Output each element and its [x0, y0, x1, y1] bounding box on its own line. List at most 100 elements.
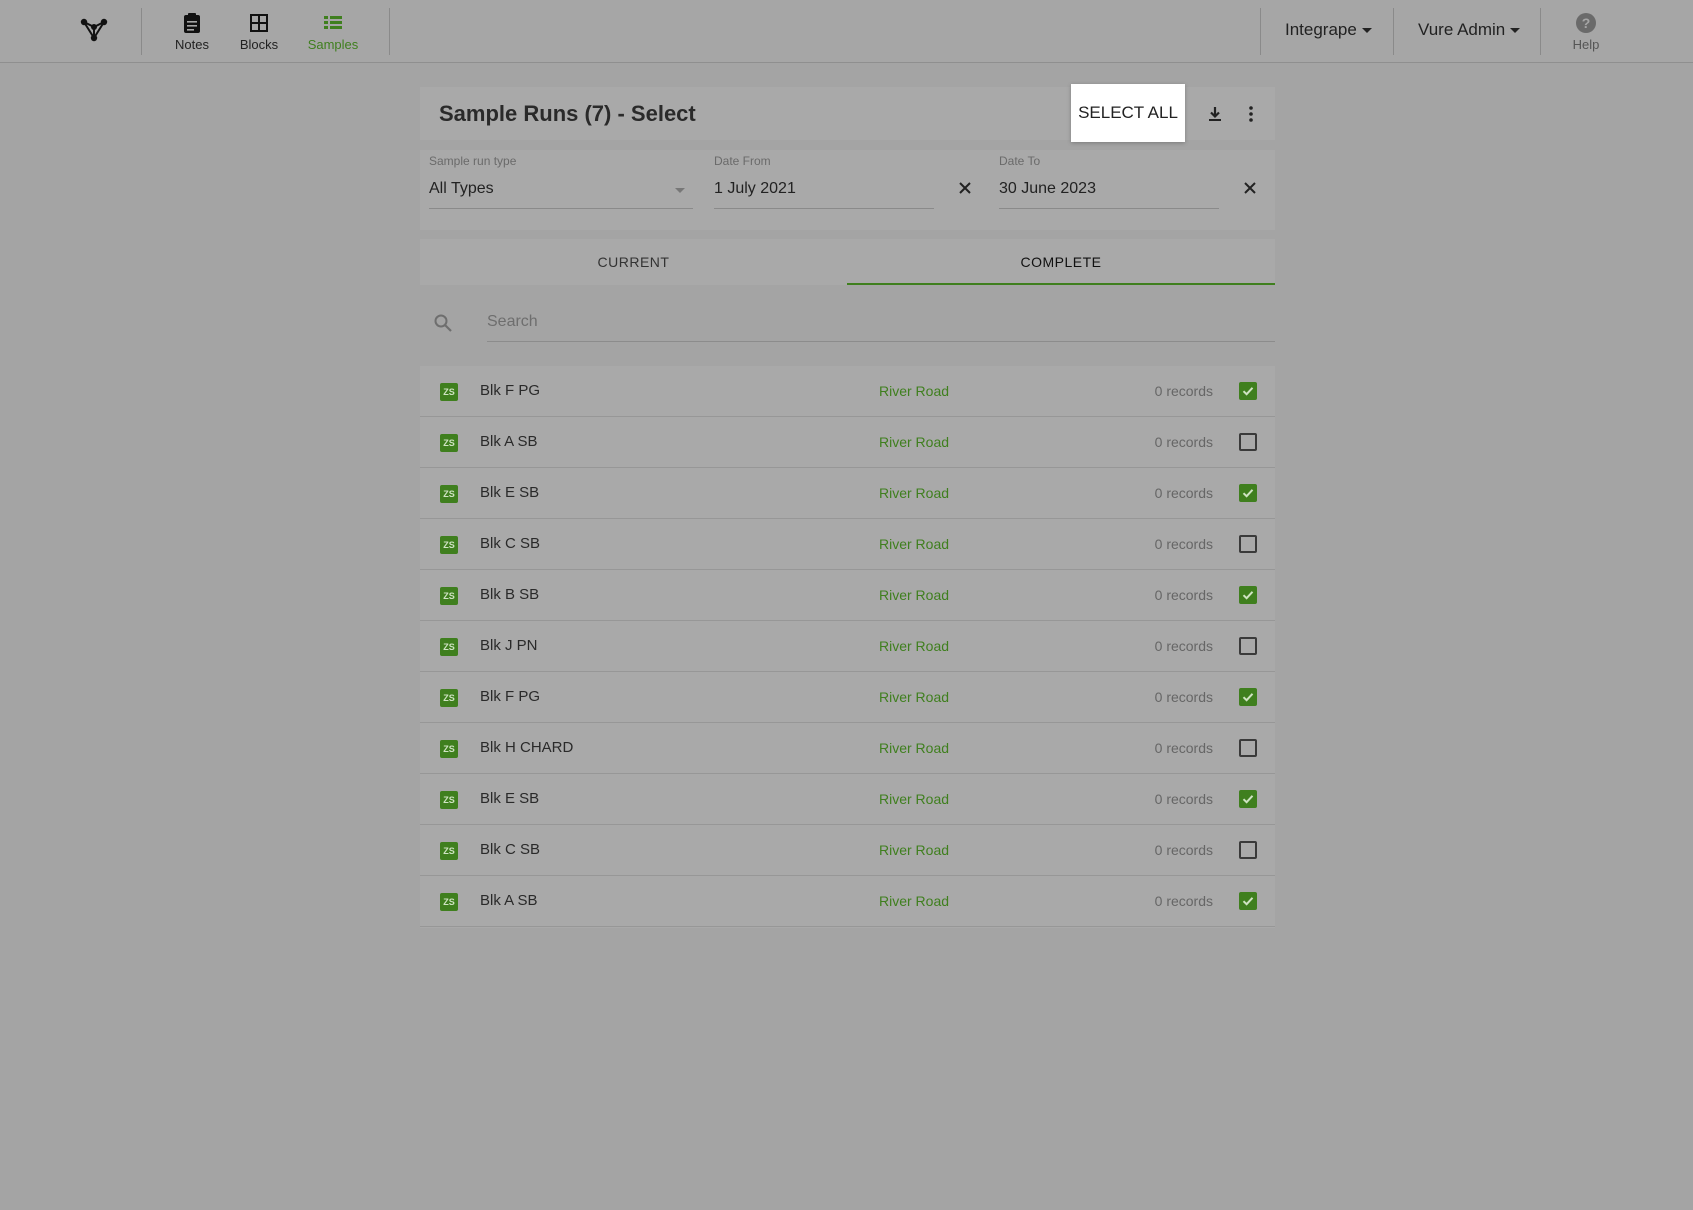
records-count: 0 records: [1154, 689, 1213, 705]
nav-divider: [141, 8, 142, 55]
org-menu[interactable]: Integrape: [1285, 20, 1372, 40]
block-name: Blk E SB: [480, 790, 540, 807]
field-underline: [714, 208, 934, 209]
records-count: 0 records: [1154, 791, 1213, 807]
location-link[interactable]: River Road: [879, 791, 949, 807]
list-item[interactable]: ZS Blk C SB River Road 0 records: [420, 825, 1275, 876]
sample-type-badge-icon: ZS: [440, 383, 458, 401]
records-count: 0 records: [1154, 893, 1213, 909]
sample-run-type-select[interactable]: Sample run type All Types: [429, 154, 693, 216]
checkmark-icon: [1242, 897, 1254, 906]
help-icon: ?: [1568, 12, 1604, 34]
nav-divider: [1540, 8, 1541, 55]
org-menu-label: Integrape: [1285, 20, 1357, 39]
records-count: 0 records: [1154, 740, 1213, 756]
sample-runs-header: Sample Runs (7) - Select SELECT ALL: [420, 84, 1275, 142]
nav-item-samples[interactable]: Samples: [306, 12, 360, 56]
checkbox-unchecked[interactable]: [1239, 637, 1257, 655]
location-link[interactable]: River Road: [879, 740, 949, 756]
status-tabs: CURRENT COMPLETE: [420, 239, 1275, 285]
clear-date-from-icon[interactable]: [957, 180, 973, 196]
sample-type-badge-icon: ZS: [440, 689, 458, 707]
checkbox-checked[interactable]: [1239, 688, 1257, 706]
date-from-field[interactable]: Date From 1 July 2021: [714, 154, 934, 216]
checkmark-icon: [1242, 795, 1254, 804]
checkmark-icon: [1242, 693, 1254, 702]
checkbox-checked[interactable]: [1239, 892, 1257, 910]
checkbox-checked[interactable]: [1239, 484, 1257, 502]
tab-current[interactable]: CURRENT: [420, 239, 847, 285]
nav-item-label: Samples: [307, 37, 359, 52]
location-link[interactable]: River Road: [879, 587, 949, 603]
list-item[interactable]: ZS Blk A SB River Road 0 records: [420, 417, 1275, 468]
records-count: 0 records: [1154, 383, 1213, 399]
user-menu[interactable]: Vure Admin: [1418, 20, 1521, 40]
clear-date-to-icon[interactable]: [1242, 180, 1258, 196]
records-count: 0 records: [1154, 842, 1213, 858]
location-link[interactable]: River Road: [879, 383, 949, 399]
list-item[interactable]: ZS Blk F PG River Road 0 records: [420, 366, 1275, 417]
nav-divider: [1393, 8, 1394, 55]
location-link[interactable]: River Road: [879, 485, 949, 501]
date-to-field[interactable]: Date To 30 June 2023: [999, 154, 1219, 216]
more-options-icon[interactable]: [1241, 104, 1261, 124]
sample-type-badge-icon: ZS: [440, 638, 458, 656]
location-link[interactable]: River Road: [879, 893, 949, 909]
block-name: Blk A SB: [480, 892, 538, 909]
checkbox-unchecked[interactable]: [1239, 739, 1257, 757]
checkmark-icon: [1242, 591, 1254, 600]
list-item[interactable]: ZS Blk A SB River Road 0 records: [420, 876, 1275, 927]
block-name: Blk J PN: [480, 637, 538, 654]
field-underline: [429, 208, 693, 209]
caret-down-icon: [1361, 28, 1372, 34]
date-to-value: 30 June 2023: [999, 180, 1096, 197]
nav-item-notes[interactable]: Notes: [170, 12, 214, 56]
dropdown-arrow-icon: [675, 188, 685, 193]
location-link[interactable]: River Road: [879, 689, 949, 705]
checkbox-checked[interactable]: [1239, 382, 1257, 400]
sample-type-badge-icon: ZS: [440, 842, 458, 860]
checkbox-unchecked[interactable]: [1239, 535, 1257, 553]
svg-text:?: ?: [1582, 15, 1591, 31]
field-underline: [999, 208, 1219, 209]
list-icon: [306, 12, 360, 34]
records-count: 0 records: [1154, 485, 1213, 501]
checkbox-unchecked[interactable]: [1239, 841, 1257, 859]
date-to-label: Date To: [999, 154, 1041, 168]
list-item[interactable]: ZS Blk F PG River Road 0 records: [420, 672, 1275, 723]
list-item[interactable]: ZS Blk J PN River Road 0 records: [420, 621, 1275, 672]
caret-down-icon: [1510, 28, 1521, 34]
app-logo-icon[interactable]: [78, 16, 110, 44]
list-item[interactable]: ZS Blk H CHARD River Road 0 records: [420, 723, 1275, 774]
nav-item-blocks[interactable]: Blocks: [236, 12, 282, 56]
user-menu-label: Vure Admin: [1418, 20, 1506, 39]
records-count: 0 records: [1154, 434, 1213, 450]
list-item[interactable]: ZS Blk B SB River Road 0 records: [420, 570, 1275, 621]
list-item[interactable]: ZS Blk E SB River Road 0 records: [420, 468, 1275, 519]
checkbox-unchecked[interactable]: [1239, 433, 1257, 451]
checkbox-checked[interactable]: [1239, 790, 1257, 808]
list-item[interactable]: ZS Blk E SB River Road 0 records: [420, 774, 1275, 825]
select-all-button[interactable]: SELECT ALL: [1071, 84, 1185, 142]
sample-type-badge-icon: ZS: [440, 536, 458, 554]
sample-type-badge-icon: ZS: [440, 791, 458, 809]
block-name: Blk C SB: [480, 841, 541, 858]
help-button[interactable]: ? Help: [1568, 12, 1604, 56]
list-item[interactable]: ZS Blk C SB River Road 0 records: [420, 519, 1275, 570]
checkbox-checked[interactable]: [1239, 586, 1257, 604]
block-name: Blk H CHARD: [480, 739, 574, 756]
grid-icon: [236, 12, 282, 34]
location-link[interactable]: River Road: [879, 638, 949, 654]
tab-complete[interactable]: COMPLETE: [847, 239, 1275, 285]
search-input[interactable]: [487, 303, 1275, 342]
location-link[interactable]: River Road: [879, 842, 949, 858]
nav-item-label: Blocks: [239, 37, 279, 52]
block-name: Blk C SB: [480, 535, 541, 552]
location-link[interactable]: River Road: [879, 434, 949, 450]
records-count: 0 records: [1154, 587, 1213, 603]
location-link[interactable]: River Road: [879, 536, 949, 552]
download-icon[interactable]: [1205, 104, 1225, 124]
nav-divider: [1260, 8, 1261, 55]
block-name: Blk A SB: [480, 433, 538, 450]
records-count: 0 records: [1154, 638, 1213, 654]
